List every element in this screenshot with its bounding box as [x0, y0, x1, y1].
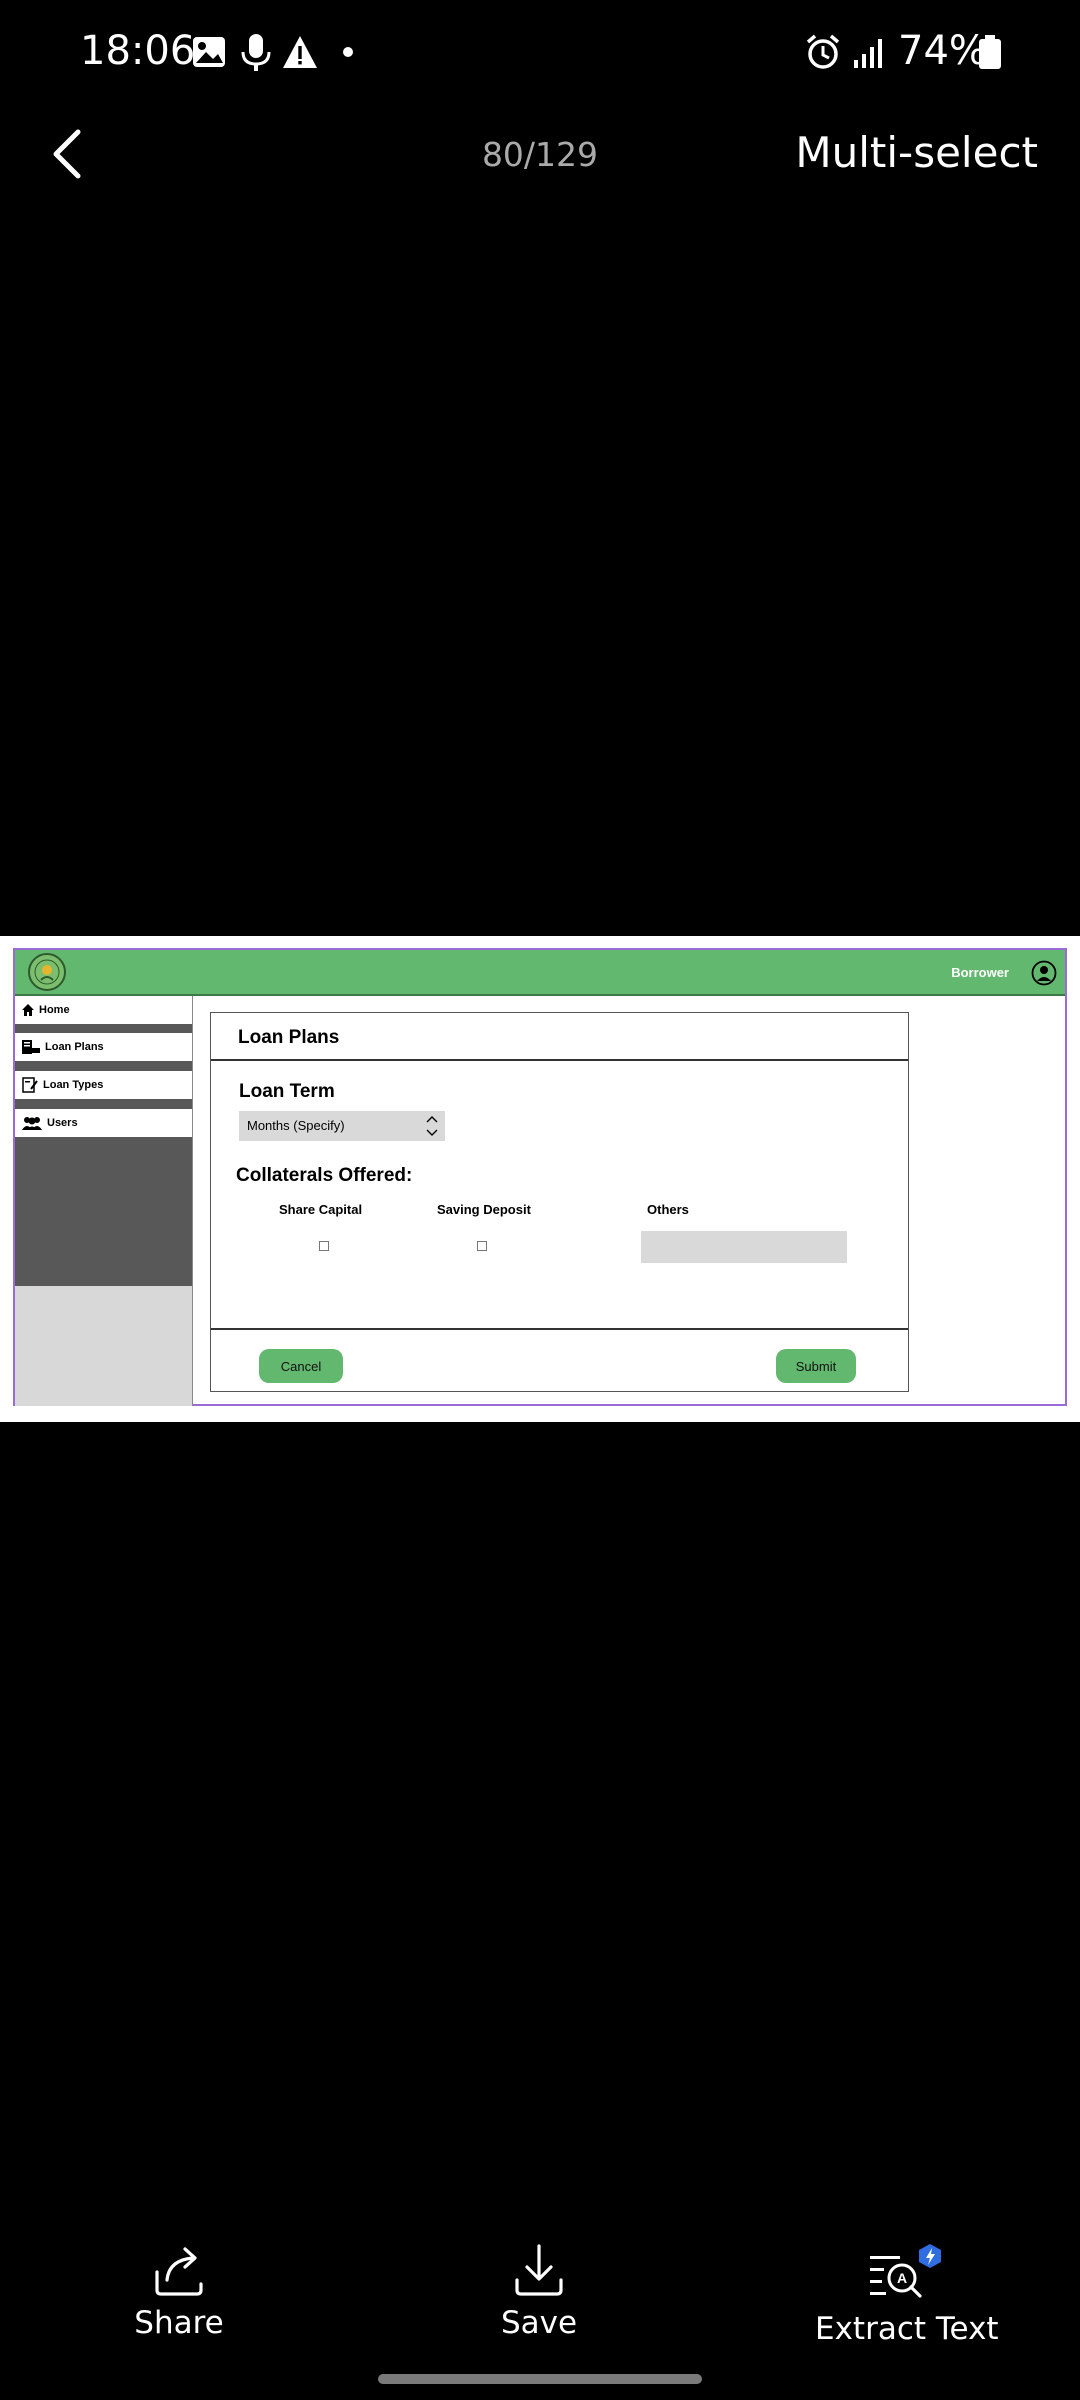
submit-button[interactable]: Submit: [776, 1349, 856, 1383]
sidebar-item-label: Loan Types: [43, 1079, 104, 1091]
save-button[interactable]: Save: [479, 2240, 599, 2341]
sidebar-item-loan-types[interactable]: Loan Types: [15, 1071, 192, 1099]
panel-title: Loan Plans: [238, 1027, 340, 1048]
dot-icon: [343, 47, 353, 57]
home-icon: [22, 1004, 34, 1016]
status-bar: 18:06 74%: [0, 0, 1080, 104]
share-icon: [155, 2247, 203, 2296]
cooperative-logo: [28, 953, 66, 991]
saving-deposit-checkbox[interactable]: [477, 1241, 487, 1251]
extract-text-button[interactable]: A Extract Text: [815, 2240, 999, 2347]
sidebar-item-loan-plans[interactable]: Loan Plans: [15, 1033, 192, 1061]
mock-header: Borrower: [15, 950, 1065, 996]
share-capital-checkbox[interactable]: [319, 1241, 329, 1251]
home-indicator[interactable]: [378, 2374, 702, 2384]
battery-icon: [979, 35, 1001, 69]
extract-text-label: Extract Text: [815, 2311, 999, 2347]
loan-plans-icon: [22, 1040, 40, 1054]
user-name: Borrower: [951, 965, 1009, 980]
loan-term-select[interactable]: Months (Specify): [239, 1111, 445, 1141]
image-preview[interactable]: Borrower Home Loan Plans Loan Types User…: [0, 936, 1080, 1422]
extract-text-icon: A: [870, 2244, 941, 2298]
mic-icon: [241, 34, 271, 71]
alarm-icon: [806, 34, 840, 69]
warning-icon: [283, 36, 317, 68]
loan-term-value: Months (Specify): [247, 1118, 345, 1133]
sidebar-item-users[interactable]: Users: [15, 1109, 192, 1137]
loan-plans-panel: Loan Plans Loan Term Months (Specify) Co…: [210, 1012, 909, 1392]
svg-text:A: A: [897, 2270, 907, 2286]
sidebar-item-label: Users: [47, 1117, 78, 1129]
collaterals-label: Collaterals Offered:: [236, 1165, 413, 1186]
cancel-button[interactable]: Cancel: [259, 1349, 343, 1383]
spinner-icon[interactable]: [425, 1113, 439, 1139]
saving-deposit-label: Saving Deposit: [437, 1202, 531, 1217]
multi-select-button[interactable]: Multi-select: [795, 128, 1038, 177]
share-button[interactable]: Share: [119, 2240, 239, 2341]
divider: [211, 1059, 908, 1061]
others-label: Others: [647, 1202, 689, 1217]
sidebar-item-home[interactable]: Home: [15, 996, 192, 1024]
battery-percent: 74%: [898, 28, 987, 74]
others-input[interactable]: [641, 1231, 847, 1263]
sidebar-item-label: Loan Plans: [45, 1041, 104, 1053]
user-account-icon[interactable]: [1031, 960, 1057, 986]
gallery-icon: [193, 37, 225, 67]
mock-sidebar: Home Loan Plans Loan Types Users: [15, 996, 193, 1406]
save-label: Save: [500, 2305, 578, 2341]
divider: [211, 1328, 908, 1330]
loan-term-label: Loan Term: [239, 1081, 335, 1102]
share-label: Share: [134, 2305, 224, 2341]
sidebar-item-label: Home: [39, 1004, 70, 1016]
signal-icon: [854, 39, 882, 68]
download-icon: [515, 2244, 563, 2296]
loan-types-icon: [22, 1077, 38, 1093]
users-icon: [22, 1117, 42, 1130]
share-capital-label: Share Capital: [279, 1202, 363, 1217]
mockup-screen: Borrower Home Loan Plans Loan Types User…: [13, 948, 1067, 1406]
status-time: 18:06: [80, 28, 196, 74]
